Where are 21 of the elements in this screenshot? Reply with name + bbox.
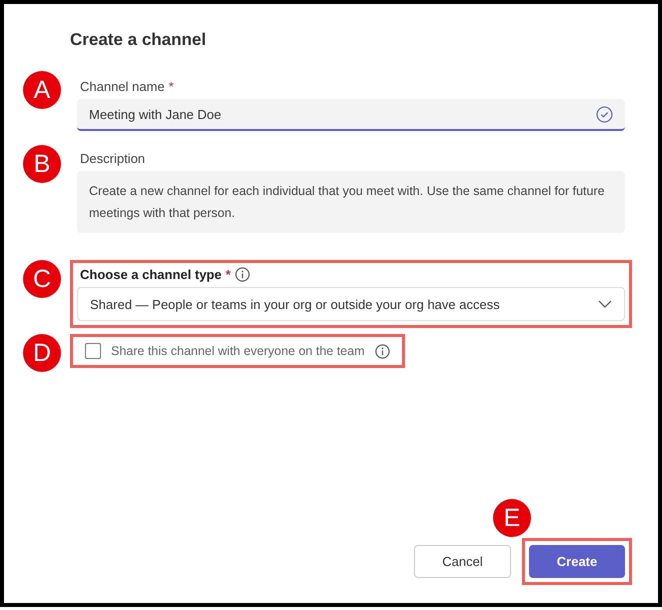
required-mark: *	[168, 79, 174, 94]
required-mark: *	[226, 267, 231, 282]
dialog-title: Create a channel	[70, 30, 208, 50]
annotation-badge: D	[23, 334, 61, 372]
checkbox-label: Share this channel with everyone on the team	[111, 344, 365, 358]
cancel-button[interactable]: Cancel	[414, 545, 511, 578]
field-label: Choose a channel type	[80, 267, 222, 282]
field-label: Channel name	[80, 79, 165, 94]
channel-type-dropdown[interactable]: Shared — People or teams in your org or outside your org have access	[77, 287, 625, 321]
chevron-down-icon	[598, 299, 612, 309]
description-field[interactable]: Create a new channel for each individual that you meet with. Use the same channel for future meetings with that person.	[77, 171, 625, 233]
info-icon[interactable]	[234, 267, 250, 282]
annotation-badge: E	[493, 499, 531, 537]
annotation-badge: C	[23, 260, 61, 298]
channel-name-field[interactable]: Meeting with Jane Doe	[77, 99, 625, 131]
checkbox[interactable]	[85, 343, 101, 359]
annotation-badge: B	[23, 145, 61, 183]
field-label: Description	[80, 151, 146, 166]
create-button[interactable]: Create	[529, 545, 625, 578]
annotation-badge: A	[23, 71, 61, 109]
info-icon[interactable]	[374, 344, 390, 358]
